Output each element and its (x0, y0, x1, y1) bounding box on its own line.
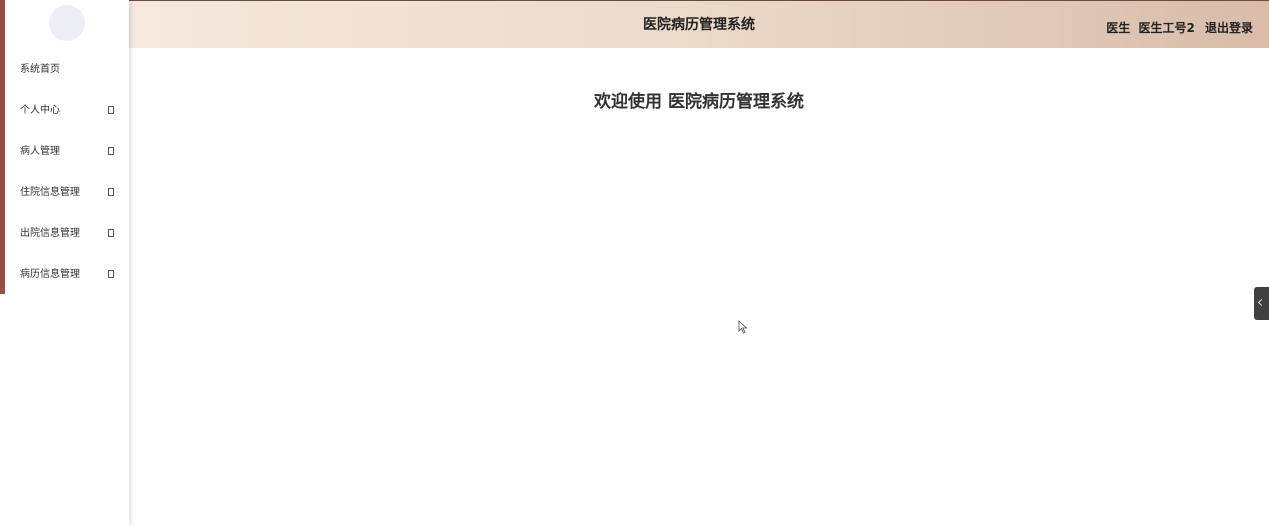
submenu-arrow-icon (108, 270, 114, 278)
app-window: 系统首页 个人中心 病人管理 住院信息管理 出院信息管理 病历信息管理 医院病历… (0, 0, 1269, 526)
sidebar: 系统首页 个人中心 病人管理 住院信息管理 出院信息管理 病历信息管理 (0, 0, 129, 526)
sidebar-item-discharge-info[interactable]: 出院信息管理 (0, 213, 129, 254)
submenu-arrow-icon (108, 188, 114, 196)
logout-link[interactable]: 退出登录 (1205, 21, 1253, 35)
chevron-left-icon (1257, 298, 1266, 307)
user-info: 医生 医生工号2 退出登录 (1102, 19, 1253, 36)
sidebar-item-home[interactable]: 系统首页 (0, 49, 129, 90)
submenu-arrow-icon (108, 106, 114, 114)
sidebar-item-label: 出院信息管理 (20, 228, 80, 239)
avatar[interactable] (49, 5, 85, 41)
side-panel-toggle-button[interactable] (1254, 287, 1269, 320)
sidebar-item-label: 个人中心 (20, 105, 60, 116)
mouse-pointer-icon (738, 320, 748, 334)
sidebar-item-label: 病人管理 (20, 146, 60, 157)
sidebar-item-label: 系统首页 (20, 64, 60, 75)
sidebar-item-inpatient-info[interactable]: 住院信息管理 (0, 172, 129, 213)
sidebar-item-patient-management[interactable]: 病人管理 (0, 131, 129, 172)
app-title: 医院病历管理系统 (643, 17, 755, 33)
user-role: 医生 (1106, 21, 1131, 35)
welcome-heading: 欢迎使用 医院病历管理系统 (594, 92, 804, 112)
submenu-arrow-icon (108, 229, 114, 237)
top-header: 医院病历管理系统 医生 医生工号2 退出登录 (129, 0, 1269, 48)
sidebar-item-label: 病历信息管理 (20, 269, 80, 280)
sidebar-item-personal-center[interactable]: 个人中心 (0, 90, 129, 131)
sidebar-menu: 系统首页 个人中心 病人管理 住院信息管理 出院信息管理 病历信息管理 (0, 49, 129, 295)
sidebar-item-label: 住院信息管理 (20, 187, 80, 198)
submenu-arrow-icon (108, 147, 114, 155)
username: 医生工号2 (1138, 21, 1195, 35)
sidebar-item-medical-records[interactable]: 病历信息管理 (0, 254, 129, 295)
